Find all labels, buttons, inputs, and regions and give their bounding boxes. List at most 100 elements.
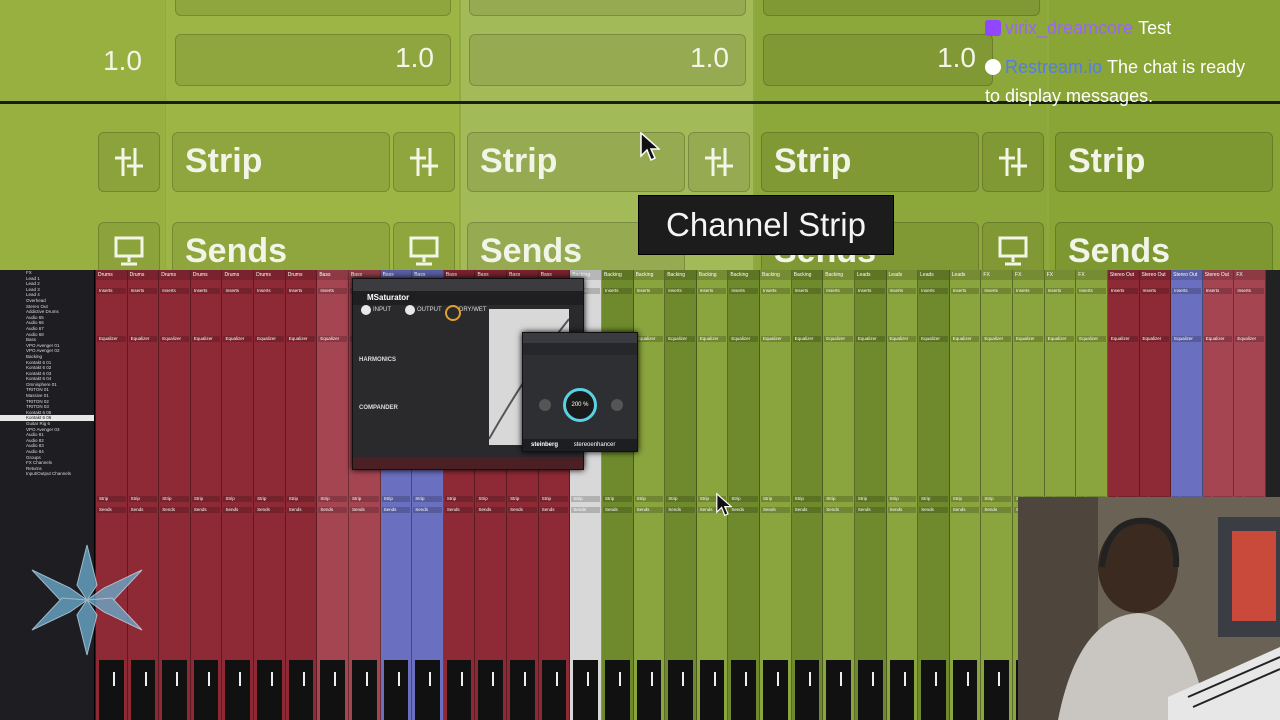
fader-handle[interactable] [966, 672, 969, 686]
gain-value-4[interactable]: 1.0 [763, 34, 993, 86]
channel-fader[interactable] [604, 660, 630, 720]
channel-section-equalizer[interactable]: Equalizer [1077, 336, 1106, 342]
channel-name[interactable]: Backing [601, 270, 633, 280]
fader-handle[interactable] [144, 672, 147, 686]
channel-section-strip[interactable]: Strip [349, 496, 379, 502]
channel-name[interactable]: Drums [254, 270, 285, 280]
channel-name[interactable]: Bass [317, 270, 348, 280]
channel-section-sends[interactable]: Sends [855, 507, 885, 513]
channel-section-inserts[interactable]: Inserts [286, 288, 316, 294]
sends-button-5[interactable]: Sends [1055, 222, 1273, 270]
channel-section-strip[interactable]: Strip [476, 496, 506, 502]
channel-section-equalizer[interactable]: Equalizer [792, 336, 822, 342]
channel-section-inserts[interactable]: Inserts [1014, 288, 1043, 294]
channel-section-inserts[interactable]: Inserts [950, 288, 980, 294]
stereoenhancer-plugin-window[interactable]: 200 % steinberg stereoenhancer [522, 332, 638, 452]
fader-handle[interactable] [682, 672, 685, 686]
channel-name[interactable]: Leads [854, 270, 886, 280]
channel-section-sends[interactable]: Sends [160, 507, 189, 513]
channel-fader[interactable] [415, 660, 440, 720]
channel-section-strip[interactable]: Strip [381, 496, 411, 502]
fader-handle[interactable] [239, 672, 242, 686]
channel-section-sends[interactable]: Sends [666, 507, 695, 513]
channel-section-inserts[interactable]: Inserts [318, 288, 347, 294]
channel-section-inserts[interactable]: Inserts [1108, 288, 1138, 294]
gain-value-1[interactable]: 1.0 [0, 38, 158, 86]
channel-name[interactable]: Leads [886, 270, 918, 280]
channel-section-sends[interactable]: Sends [381, 507, 411, 513]
width-dial[interactable]: 200 % [563, 388, 597, 422]
channel-name[interactable]: FX [1044, 270, 1076, 280]
channel-section-strip[interactable]: Strip [508, 496, 537, 502]
channel-name[interactable]: Backing [791, 270, 823, 280]
channel-fader[interactable] [351, 660, 377, 720]
fader-handle[interactable] [334, 672, 337, 686]
channel-section-inserts[interactable]: Inserts [855, 288, 885, 294]
channel-section-inserts[interactable]: Inserts [761, 288, 790, 294]
channel-fader[interactable] [446, 660, 472, 720]
zoom-freq-cell-3[interactable] [469, 0, 746, 16]
fader-handle[interactable] [808, 672, 811, 686]
channel-section-strip[interactable]: Strip [887, 496, 917, 502]
channel-name[interactable]: Backing [760, 270, 791, 280]
channel-name[interactable]: Backing [728, 270, 760, 280]
plugin-title-bar[interactable] [523, 333, 637, 343]
channel-section-equalizer[interactable]: Equalizer [1140, 336, 1170, 342]
channel-section-equalizer[interactable]: Equalizer [1108, 336, 1138, 342]
channel-name[interactable]: FX [981, 270, 1012, 280]
fader-handle[interactable] [271, 672, 274, 686]
channel-section-sends[interactable]: Sends [508, 507, 537, 513]
channel-section-equalizer[interactable]: Equalizer [160, 336, 189, 342]
channel-section-strip[interactable]: Strip [982, 496, 1011, 502]
channel-name[interactable]: Leads [949, 270, 981, 280]
channel-section-inserts[interactable]: Inserts [1235, 288, 1264, 294]
channel-strip[interactable]: Drums Inserts Equalizer Strip Sends [222, 270, 255, 720]
fader-handle[interactable] [903, 672, 906, 686]
channel-section-sends[interactable]: Sends [318, 507, 347, 513]
channel-section-strip[interactable]: Strip [792, 496, 822, 502]
channel-section-sends[interactable]: Sends [729, 507, 759, 513]
channel-section-equalizer[interactable]: Equalizer [824, 336, 853, 342]
channel-section-sends[interactable]: Sends [950, 507, 980, 513]
channel-strip[interactable]: Leads Inserts Equalizer Strip Sends [949, 270, 982, 720]
channel-section-sends[interactable]: Sends [761, 507, 790, 513]
fader-handle[interactable] [176, 672, 179, 686]
fader-handle[interactable] [777, 672, 780, 686]
plugin-title-bar[interactable] [353, 279, 583, 291]
channel-strip[interactable]: Backing Inserts Equalizer Strip Sends [665, 270, 697, 720]
sends-monitor-button-1[interactable] [98, 222, 160, 270]
channel-section-sends[interactable]: Sends [255, 507, 284, 513]
channel-section-sends[interactable]: Sends [444, 507, 474, 513]
channel-section-strip[interactable]: Strip [761, 496, 790, 502]
channel-section-inserts[interactable]: Inserts [223, 288, 253, 294]
fader-handle[interactable] [618, 672, 621, 686]
channel-strip[interactable]: Leads Inserts Equalizer Strip Sends [854, 270, 887, 720]
channel-name[interactable]: Drums [285, 270, 317, 280]
channel-section-strip[interactable]: Strip [919, 496, 948, 502]
channel-section-strip[interactable]: Strip [950, 496, 980, 502]
channel-section-equalizer[interactable]: Equalizer [855, 336, 885, 342]
fader-handle[interactable] [998, 672, 1001, 686]
channel-section-inserts[interactable]: Inserts [160, 288, 189, 294]
strip-settings-button-4[interactable] [982, 132, 1044, 192]
channel-strip[interactable]: Backing Inserts Equalizer Strip Sends [728, 270, 761, 720]
delay-knob[interactable] [539, 399, 551, 411]
channel-section-inserts[interactable]: Inserts [792, 288, 822, 294]
channel-section-sends[interactable]: Sends [413, 507, 442, 513]
channel-section-strip[interactable]: Strip [539, 496, 569, 502]
channel-section-inserts[interactable]: Inserts [919, 288, 948, 294]
channel-section-strip[interactable]: Strip [634, 496, 664, 502]
channel-section-equalizer[interactable]: Equalizer [191, 336, 221, 342]
channel-section-equalizer[interactable]: Equalizer [223, 336, 253, 342]
channel-section-sends[interactable]: Sends [476, 507, 506, 513]
channel-section-strip[interactable]: Strip [97, 496, 126, 502]
channel-fader[interactable] [857, 660, 883, 720]
channel-fader[interactable] [794, 660, 820, 720]
zoom-freq-cell-2[interactable] [175, 0, 451, 16]
fader-handle[interactable] [365, 672, 368, 686]
channel-fader[interactable] [478, 660, 504, 720]
channel-section-strip[interactable]: Strip [602, 496, 632, 502]
channel-fader[interactable] [288, 660, 314, 720]
fader-handle[interactable] [555, 672, 558, 686]
channel-fader[interactable] [193, 660, 219, 720]
